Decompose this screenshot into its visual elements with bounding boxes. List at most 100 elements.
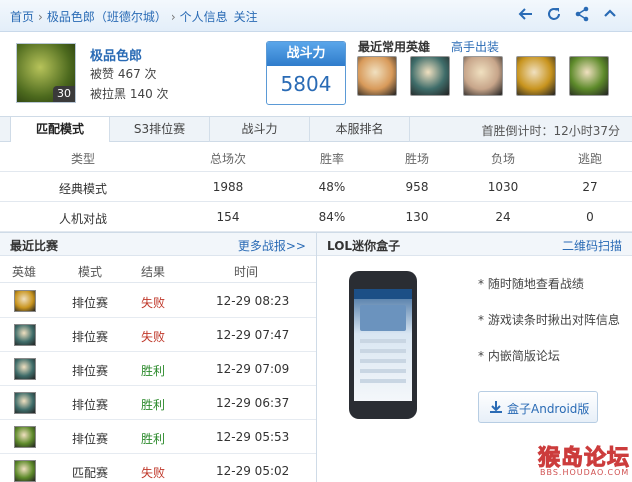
stats-header: 总场次	[209, 152, 246, 166]
stats-header: 胜场	[404, 152, 429, 166]
watermark-url: BBS.HOUDAO.COM	[540, 468, 630, 477]
stats-cell: 0	[586, 210, 594, 224]
mini-box-title: LOL迷你盒子	[327, 239, 401, 253]
share-icon[interactable]	[574, 6, 590, 22]
match-time: 12-29 05:02	[216, 464, 290, 478]
matches-header: 英雄	[12, 265, 37, 279]
more-reports-link[interactable]: 更多战报>>	[238, 237, 306, 254]
collapse-icon[interactable]	[602, 6, 618, 22]
download-icon	[490, 401, 502, 413]
match-mode: 排位赛	[72, 296, 109, 310]
mode-tabs: 匹配模式 S3排位赛 战斗力 本服排名 首胜倒计时：12小时37分	[0, 116, 632, 142]
hero-lux-icon[interactable]	[357, 56, 397, 96]
android-download-button[interactable]: 盒子Android版	[478, 391, 598, 423]
blacklisted-count: 被拉黑 140 次	[90, 87, 169, 101]
matches-header: 模式	[78, 265, 103, 279]
match-time: 12-29 08:23	[216, 294, 290, 308]
stats-row: 经典模式 1988 48% 958 1030 27	[0, 172, 632, 202]
refresh-icon[interactable]	[546, 6, 562, 22]
hero-fizz-icon	[14, 358, 36, 380]
panel-divider	[316, 232, 317, 482]
pro-builds-link[interactable]: 高手出装	[451, 38, 499, 55]
avatar: 30	[16, 43, 76, 103]
match-result: 胜利	[141, 398, 166, 412]
match-time: 12-29 05:53	[216, 430, 290, 444]
android-download-label: 盒子Android版	[507, 402, 590, 416]
level-badge: 30	[53, 86, 75, 102]
liked-count: 被赞 467 次	[90, 67, 157, 81]
breadcrumb: 首页 › 极品色郎（班德尔城） › 个人信息 关注	[10, 8, 258, 25]
power-label: 战斗力	[267, 42, 345, 66]
stats-header: 负场	[490, 152, 515, 166]
tab-normal[interactable]: 匹配模式	[10, 117, 110, 142]
hero-fizz-icon	[14, 392, 36, 414]
match-row[interactable]: 排位赛 胜利 12-29 05:53	[0, 420, 316, 454]
breadcrumb-separator: ›	[38, 10, 43, 24]
recent-matches-header: 最近比赛 更多战报>>	[0, 232, 316, 256]
phone-illustration	[349, 271, 417, 419]
feature-item: * 随时随地查看战绩	[478, 277, 584, 291]
first-win-countdown: 首胜倒计时：12小时37分	[481, 124, 620, 138]
match-row[interactable]: 排位赛 失败 12-29 08:23	[0, 284, 316, 318]
stats-cell: 经典模式	[58, 182, 107, 196]
stats-cell: 人机对战	[58, 212, 107, 226]
hero-blitzcrank-icon[interactable]	[516, 56, 556, 96]
stats-cell: 1030	[487, 180, 519, 194]
player-name[interactable]: 极品色郎	[90, 45, 142, 64]
match-mode: 排位赛	[72, 398, 109, 412]
hero-fizz-icon	[14, 324, 36, 346]
match-result: 失败	[141, 466, 166, 480]
stats-cell: 958	[405, 180, 429, 194]
matches-header: 时间	[234, 265, 259, 279]
matches-header: 结果	[141, 265, 166, 279]
hero-kogmaw-icon[interactable]	[569, 56, 609, 96]
match-time: 12-29 07:09	[216, 362, 290, 376]
power-box: 战斗力 5804	[266, 41, 346, 105]
stats-cell: 154	[216, 210, 240, 224]
tab-server-rank[interactable]: 本服排名	[310, 117, 410, 142]
follow-button[interactable]: 关注	[234, 10, 258, 24]
stats-cell: 1988	[212, 180, 244, 194]
match-row[interactable]: 排位赛 失败 12-29 07:47	[0, 318, 316, 352]
recent-matches-title: 最近比赛	[10, 239, 59, 253]
match-mode: 排位赛	[72, 432, 109, 446]
profile-section: 30 极品色郎 被赞 467 次 被拉黑 140 次 战斗力 5804 最近常用…	[0, 33, 632, 115]
top-bar: 首页 › 极品色郎（班德尔城） › 个人信息 关注	[0, 0, 632, 32]
hero-fizz-icon[interactable]	[410, 56, 450, 96]
match-result: 胜利	[141, 364, 166, 378]
mini-box-header: LOL迷你盒子 二维码扫描	[317, 232, 632, 256]
breadcrumb-player[interactable]: 极品色郎（班德尔城）	[47, 10, 167, 24]
match-row[interactable]: 匹配赛 失败 12-29 05:02	[0, 454, 316, 482]
stats-header-row: 类型 总场次 胜率 胜场 负场 逃跑	[0, 142, 632, 172]
stats-cell: 130	[405, 210, 429, 224]
match-mode: 匹配赛	[72, 466, 109, 480]
feature-item: * 内嵌简版论坛	[478, 349, 560, 363]
match-time: 12-29 06:37	[216, 396, 290, 410]
match-time: 12-29 07:47	[216, 328, 290, 342]
breadcrumb-page: 个人信息	[179, 10, 228, 24]
tab-power[interactable]: 战斗力	[210, 117, 310, 142]
back-arrow-icon[interactable]	[518, 6, 534, 22]
favorite-heroes-list	[357, 56, 609, 96]
feature-item: * 游戏读条时揪出对阵信息	[478, 313, 620, 327]
qr-scan-link[interactable]: 二维码扫描	[562, 237, 622, 254]
stats-row: 人机对战 154 84% 130 24 0	[0, 202, 632, 232]
match-mode: 排位赛	[72, 364, 109, 378]
tab-ranked[interactable]: S3排位赛	[110, 117, 210, 142]
match-result: 失败	[141, 330, 166, 344]
match-result: 胜利	[141, 432, 166, 446]
stats-header: 类型	[70, 152, 95, 166]
match-row[interactable]: 排位赛 胜利 12-29 06:37	[0, 386, 316, 420]
hero-gragas-icon[interactable]	[463, 56, 503, 96]
match-mode: 排位赛	[72, 330, 109, 344]
hero-kogmaw-icon	[14, 426, 36, 448]
matches-header-row: 英雄 模式 结果 时间	[0, 257, 316, 283]
breadcrumb-separator: ›	[170, 10, 176, 24]
match-row[interactable]: 排位赛 胜利 12-29 07:09	[0, 352, 316, 386]
stats-cell: 24	[495, 210, 511, 224]
hero-blitzcrank-icon	[14, 290, 36, 312]
favorite-heroes-title: 最近常用英雄	[358, 40, 431, 54]
hero-kogmaw-icon	[14, 460, 36, 482]
breadcrumb-home[interactable]: 首页	[10, 10, 34, 24]
stats-header: 逃跑	[577, 152, 602, 166]
